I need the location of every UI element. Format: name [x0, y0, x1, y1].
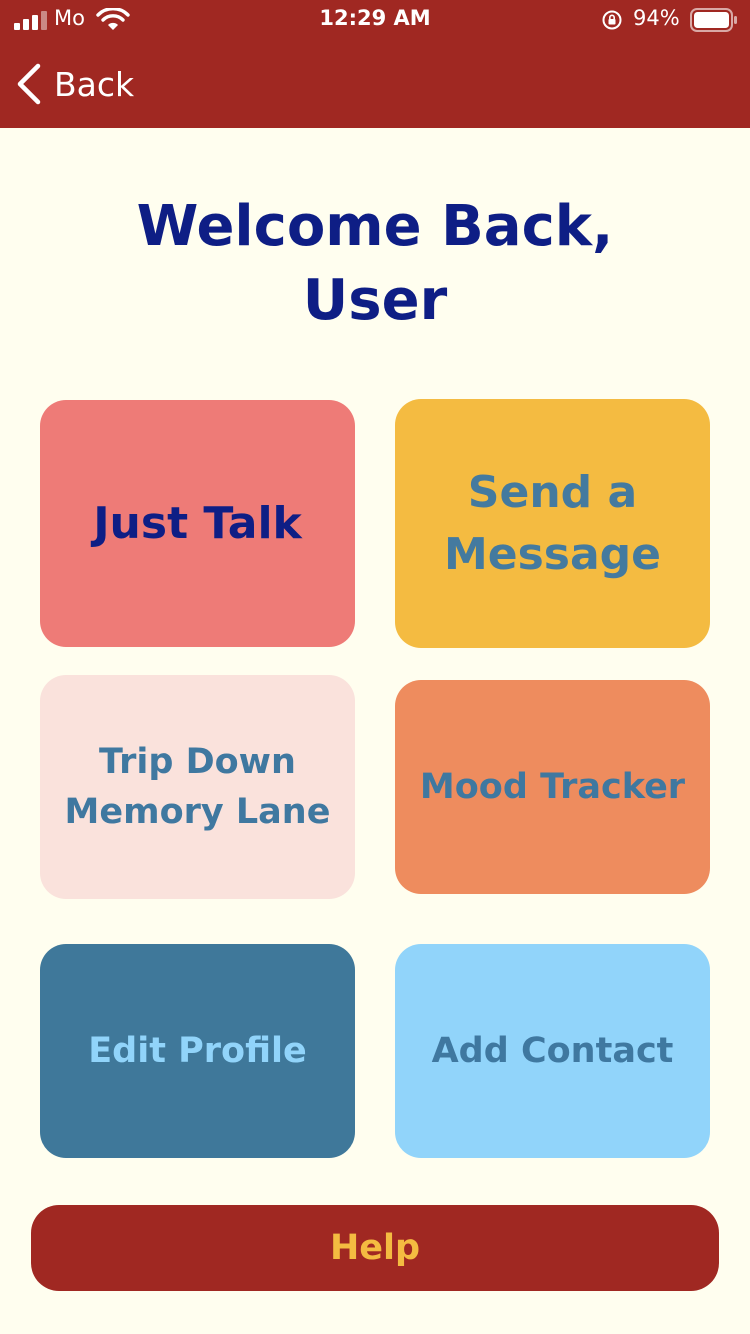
just-talk-label: Just Talk: [93, 498, 302, 549]
back-button[interactable]: Back: [14, 60, 134, 108]
help-label: Help: [329, 1228, 421, 1268]
memory-lane-label-line-2: Memory Lane: [64, 792, 331, 832]
mood-tracker-label: Mood Tracker: [419, 767, 686, 807]
welcome-title: Welcome Back, User: [0, 190, 750, 338]
chevron-left-icon: [17, 63, 41, 105]
mood-tracker-button[interactable]: Mood Tracker: [395, 680, 710, 894]
status-bar: Mo 12:29 AM 94%: [0, 0, 750, 40]
welcome-line-1: Welcome Back,: [136, 194, 614, 259]
rotation-lock-icon: [602, 10, 622, 30]
add-contact-label: Add Contact: [431, 1031, 674, 1071]
help-button[interactable]: Help: [31, 1205, 719, 1291]
add-contact-button[interactable]: Add Contact: [395, 944, 710, 1158]
memory-lane-button[interactable]: Trip Down Memory Lane: [40, 675, 355, 899]
memory-lane-label-line-1: Trip Down: [99, 742, 296, 782]
edit-profile-button[interactable]: Edit Profile: [40, 944, 355, 1158]
battery-percent: 94%: [633, 6, 680, 30]
battery-icon: [690, 8, 737, 32]
welcome-line-2: User: [302, 268, 448, 333]
send-message-button[interactable]: Send a Message: [395, 399, 710, 648]
just-talk-button[interactable]: Just Talk: [40, 400, 355, 647]
app-header: Mo 12:29 AM 94% Back: [0, 0, 750, 128]
back-label: Back: [54, 64, 135, 104]
send-message-label-line-1: Send a: [467, 466, 638, 518]
edit-profile-label: Edit Profile: [88, 1031, 307, 1071]
send-message-label-line-2: Message: [443, 528, 662, 580]
